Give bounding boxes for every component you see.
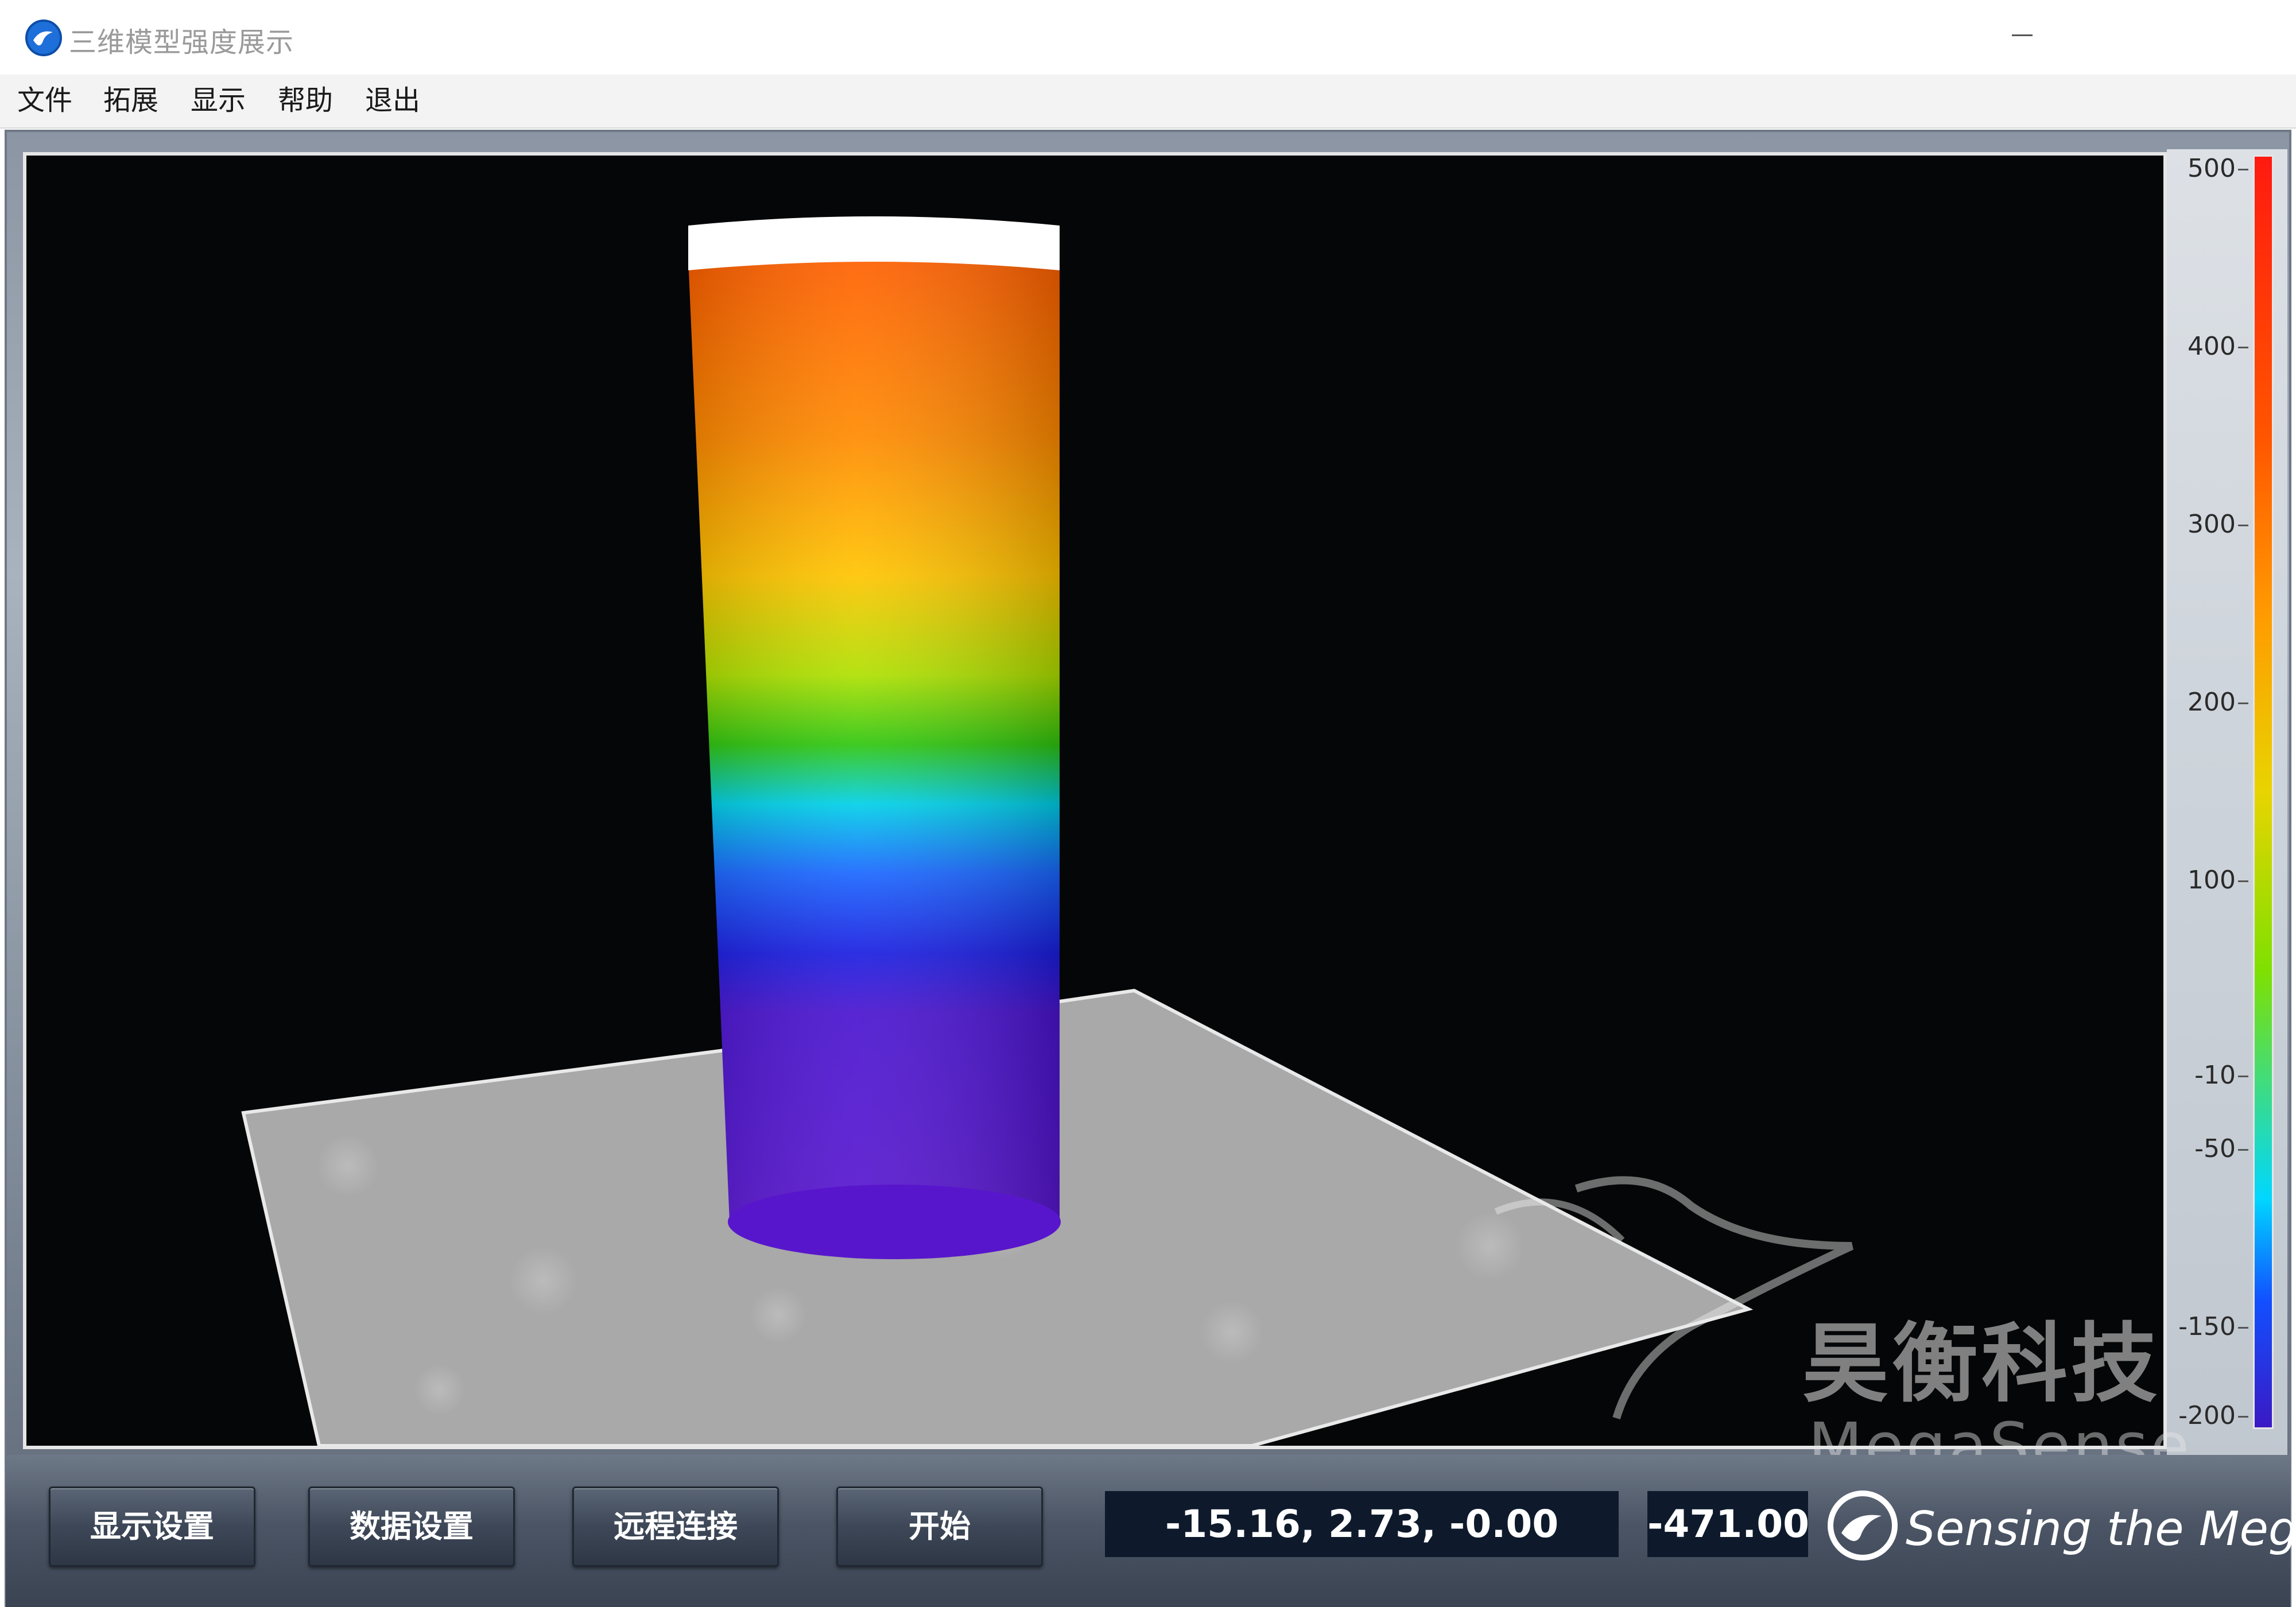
brand-swirl-icon bbox=[1828, 1490, 1898, 1561]
tick-label: -50 bbox=[2194, 1134, 2248, 1163]
tick-label: 200 bbox=[2188, 688, 2248, 717]
brand-logo: Sensing the Mega bbox=[1825, 1484, 2296, 1570]
brand-tagline: Sensing the Mega bbox=[1906, 1502, 2296, 1556]
menu-display[interactable]: 显示 bbox=[185, 81, 251, 119]
3d-viewport[interactable] bbox=[23, 152, 2167, 1449]
menu-bar: 文件 拓展 显示 帮助 退出 bbox=[0, 75, 2296, 129]
coordinate-readout: -15.16, 2.73, -0.00 bbox=[1105, 1491, 1619, 1557]
remote-connect-button[interactable]: 远程连接 bbox=[572, 1486, 779, 1567]
tick-label: 100 bbox=[2188, 865, 2248, 895]
title-bar: 三维模型强度展示 bbox=[0, 0, 2296, 75]
tick-label: 500 bbox=[2188, 154, 2248, 183]
menu-help[interactable]: 帮助 bbox=[272, 81, 339, 119]
tick-label: 400 bbox=[2188, 332, 2248, 361]
menu-extend[interactable]: 拓展 bbox=[98, 81, 164, 119]
value-readout: -471.00 bbox=[1647, 1491, 1809, 1557]
minimize-button[interactable] bbox=[1980, 11, 2066, 57]
menu-file[interactable]: 文件 bbox=[11, 81, 78, 119]
data-settings-button[interactable]: 数据设置 bbox=[308, 1486, 515, 1567]
color-scale-bar bbox=[2253, 155, 2274, 1429]
tick-label: 300 bbox=[2188, 510, 2248, 539]
watermark-company-cn: 昊衡科技 bbox=[1802, 1314, 2161, 1414]
display-settings-button[interactable]: 显示设置 bbox=[49, 1486, 255, 1567]
tick-label: -10 bbox=[2194, 1061, 2248, 1090]
start-button[interactable]: 开始 bbox=[836, 1486, 1043, 1567]
tick-label: -150 bbox=[2178, 1312, 2248, 1341]
3d-scene bbox=[241, 216, 1853, 1446]
menu-exit[interactable]: 退出 bbox=[359, 81, 426, 119]
app-logo-icon bbox=[25, 20, 62, 56]
window-title: 三维模型强度展示 bbox=[69, 26, 294, 59]
